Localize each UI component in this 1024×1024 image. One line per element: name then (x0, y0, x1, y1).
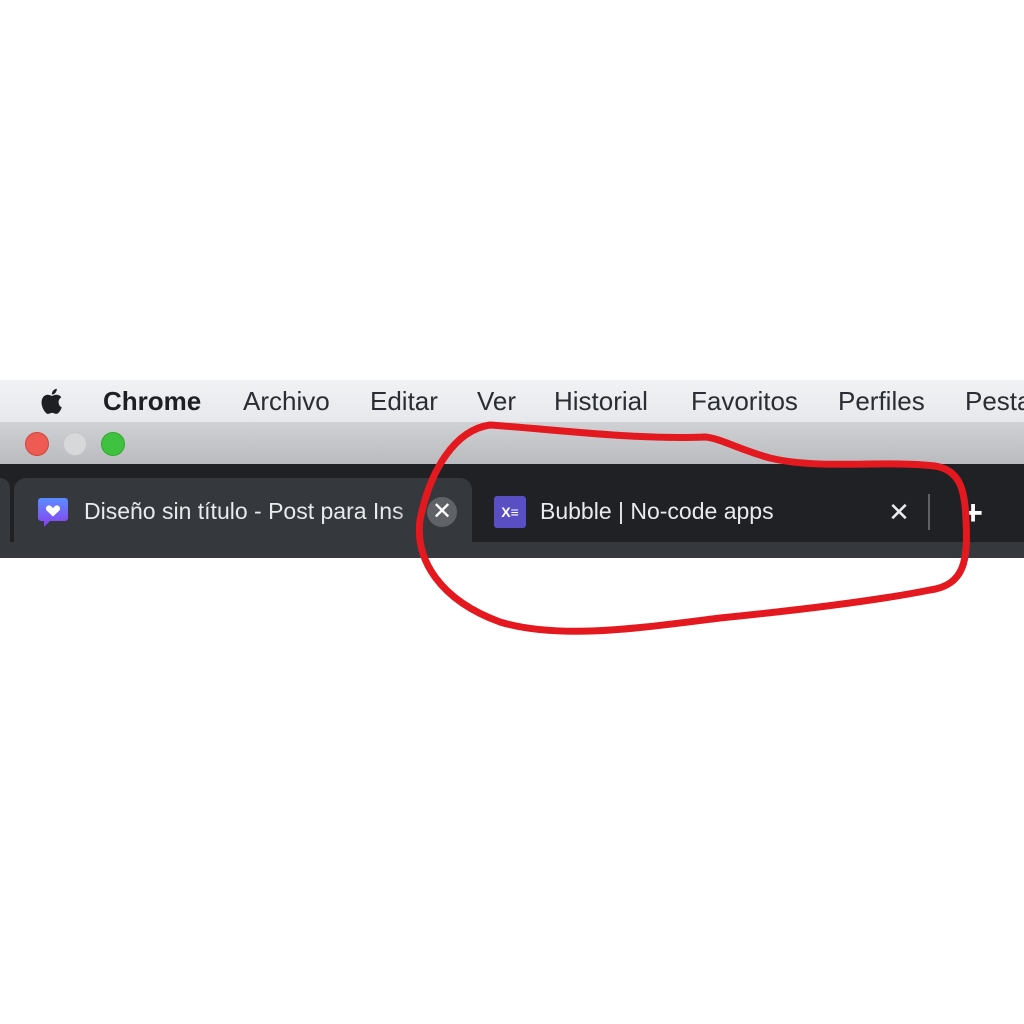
macos-menu-bar: Chrome Archivo Editar Ver Historial Favo… (0, 380, 1024, 423)
tab-separator (928, 494, 930, 530)
new-tab-button[interactable]: + (953, 493, 993, 533)
window-minimize-button[interactable] (63, 432, 87, 456)
menu-pestanas[interactable]: Pesta (965, 387, 1024, 415)
apple-logo-icon[interactable] (38, 385, 68, 417)
tab-close-icon-canva[interactable]: ✕ (427, 497, 457, 527)
menu-app-chrome[interactable]: Chrome (103, 387, 201, 415)
menu-perfiles[interactable]: Perfiles (838, 387, 925, 415)
window-close-button[interactable] (25, 432, 49, 456)
toolbar-edge (0, 542, 1024, 558)
window-zoom-button[interactable] (101, 432, 125, 456)
tab-title-canva: Diseño sin título - Post para Ins (84, 498, 404, 524)
tab-close-icon-bubble[interactable]: ✕ (884, 497, 914, 527)
screenshot-stage: Chrome Archivo Editar Ver Historial Favo… (0, 0, 1024, 1024)
menu-editar[interactable]: Editar (370, 387, 438, 415)
window-title-bar (0, 422, 1024, 464)
menu-favoritos[interactable]: Favoritos (691, 387, 798, 415)
menu-historial[interactable]: Historial (554, 387, 648, 415)
tab-title-fade (395, 492, 427, 530)
bubble-logo-icon: X≡ (494, 496, 526, 528)
svg-text:X≡: X≡ (501, 504, 519, 520)
menu-archivo[interactable]: Archivo (243, 387, 330, 415)
previous-tab-edge[interactable] (0, 478, 10, 544)
heart-chat-bubble-icon (38, 498, 68, 527)
menu-ver[interactable]: Ver (477, 387, 516, 415)
tab-title-bubble: Bubble | No-code apps (540, 498, 774, 524)
